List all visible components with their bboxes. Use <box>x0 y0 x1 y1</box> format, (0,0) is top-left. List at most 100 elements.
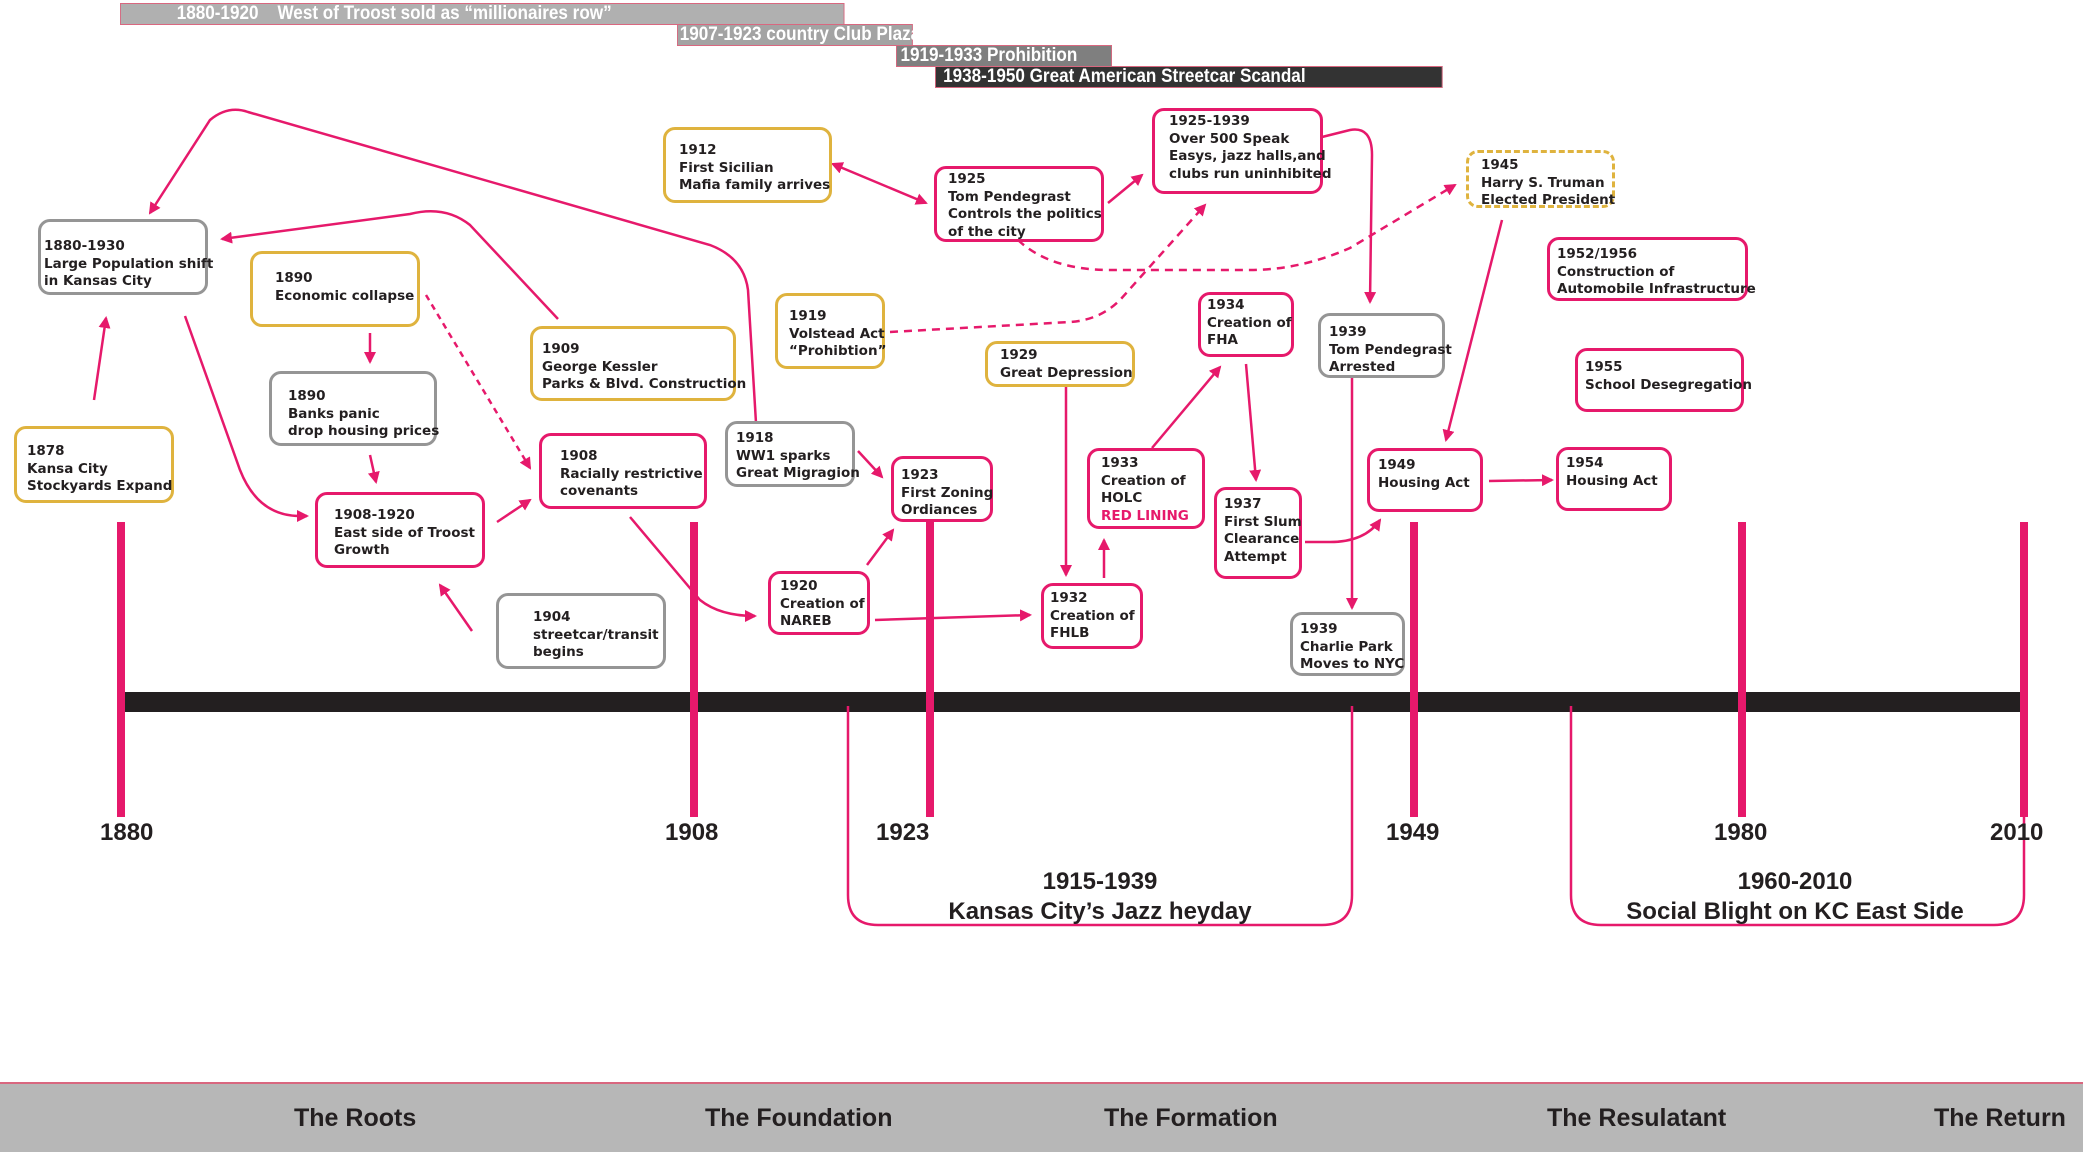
event-text: First Slum <box>1224 513 1302 530</box>
event-population-shift[interactable]: 1880-1930 Large Population shift in Kans… <box>38 219 214 295</box>
blight-period-range: 1960-2010 <box>1737 868 1853 895</box>
event-pendegrast-arrested[interactable]: 1939 Tom Pendegrast Arrested <box>1318 313 1452 378</box>
event-year: 1919 <box>789 308 827 324</box>
arrow-mafia-pendegrast <box>830 162 928 205</box>
event-nareb[interactable]: 1920 Creation of NAREB <box>768 571 870 635</box>
event-text: Kansa City <box>27 460 108 477</box>
event-text: George Kessler <box>542 358 658 375</box>
event-text: streetcar/transit <box>533 626 659 643</box>
event-year: 1909 <box>542 341 580 357</box>
event-pendegrast-politics[interactable]: 1925 Tom Pendegrast Controls the politic… <box>934 166 1104 242</box>
event-text: East side of Troost <box>334 524 475 541</box>
year-label-2010: 2010 <box>1990 819 2044 846</box>
event-text: Mafia family arrives <box>679 177 831 193</box>
tick-2010 <box>2020 522 2028 817</box>
event-year: 1955 <box>1585 359 1623 375</box>
event-text: FHA <box>1207 332 1238 348</box>
event-year: 1954 <box>1566 455 1604 471</box>
phase-bar: The Roots The Foundation The Formation T… <box>0 1082 2083 1152</box>
arrow-troost-to-covenants <box>496 498 532 524</box>
arrow-banks-to-troost <box>367 454 380 484</box>
arrow-ww1-to-zoning <box>857 450 884 479</box>
event-text: Controls the politics <box>948 206 1102 222</box>
event-text: Over 500 Speak <box>1169 130 1290 147</box>
redlining-label: RED LINING <box>1101 507 1189 524</box>
event-fha[interactable]: 1934 Creation of FHA <box>1198 292 1294 357</box>
event-year: 1933 <box>1101 455 1139 471</box>
event-year: 1880-1930 <box>44 238 125 254</box>
event-text: drop housing prices <box>288 423 440 439</box>
event-text: Housing Act <box>1566 472 1658 489</box>
event-text: Creation of <box>1050 607 1135 624</box>
event-text: Attempt <box>1224 548 1287 565</box>
event-year: 1923 <box>901 467 939 483</box>
event-housing-act-1954[interactable]: 1954 Housing Act <box>1556 447 1672 511</box>
event-speakeasys[interactable]: 1925-1939 Over 500 Speak Easys, jazz hal… <box>1152 108 1332 194</box>
jazz-period: 1915-1939 Kansas City’s Jazz heyday <box>850 867 1350 927</box>
jazz-period-title: Kansas City’s Jazz heyday <box>948 898 1252 925</box>
event-year: 1920 <box>780 578 818 594</box>
event-year: 1890 <box>288 388 326 404</box>
event-streetcar-begins[interactable]: 1904 streetcar/transit begins <box>496 593 666 669</box>
arrow-slum-to-housing1949 <box>1305 518 1382 544</box>
event-truman-elected[interactable]: 1945 Harry S. Truman Elected President <box>1466 150 1615 208</box>
event-text: Easys, jazz halls,and <box>1169 148 1326 164</box>
arrow-nareb-to-zoning <box>865 528 895 566</box>
event-east-troost-growth[interactable]: 1908-1920 East side of Troost Growth <box>315 492 485 568</box>
blight-period-title: Social Blight on KC East Side <box>1626 898 1964 925</box>
event-text: clubs run uninhibited <box>1169 165 1332 182</box>
event-year: 1937 <box>1224 496 1262 512</box>
event-text: First Zoning <box>901 484 994 501</box>
event-year: 1925-1939 <box>1169 113 1250 129</box>
event-automobile-infrastructure[interactable]: 1952/1956 Construction of Automobile Inf… <box>1547 237 1756 301</box>
event-charlie-parker[interactable]: 1939 Charlie Park Moves to NYC <box>1290 612 1405 676</box>
event-school-desegregation[interactable]: 1955 School Desegregation <box>1575 348 1752 412</box>
year-label-1880: 1880 <box>100 819 154 846</box>
phase-resultant[interactable]: The Resulatant <box>1547 1104 1726 1133</box>
event-text: Economic collapse <box>275 287 415 304</box>
event-fhlb[interactable]: 1932 Creation of FHLB <box>1041 583 1143 649</box>
event-great-depression[interactable]: 1929 Great Depression <box>985 341 1135 387</box>
event-holc[interactable]: 1933 Creation of HOLC RED LINING <box>1087 448 1205 529</box>
event-year: 1878 <box>27 443 65 459</box>
phase-return[interactable]: The Return <box>1934 1104 2066 1133</box>
event-year: 1890 <box>275 270 313 286</box>
year-label-1980: 1980 <box>1714 819 1768 846</box>
event-year: 1925 <box>948 171 986 187</box>
year-label-1923: 1923 <box>876 819 930 846</box>
event-housing-act-1949[interactable]: 1949 Housing Act <box>1367 448 1483 512</box>
event-racial-covenants[interactable]: 1908 Racially restrictive covenants <box>539 433 707 509</box>
arrow-speakeasys-to-arrested <box>1321 128 1377 304</box>
event-text: Creation of <box>1207 314 1292 331</box>
tick-1880 <box>117 522 125 817</box>
event-text: FHLB <box>1050 625 1090 641</box>
phase-roots[interactable]: The Roots <box>294 1104 416 1133</box>
event-text: Housing Act <box>1378 474 1470 491</box>
event-text: School Desegregation <box>1585 376 1752 393</box>
event-text: WW1 sparks <box>736 447 831 464</box>
event-text: Creation of <box>780 595 865 612</box>
arrow-streetcar-to-troost <box>438 583 474 632</box>
event-ww1-migration[interactable]: 1918 WW1 sparks Great Migragion <box>725 421 860 487</box>
tick-1923 <box>926 522 934 817</box>
event-economic-collapse[interactable]: 1890 Economic collapse <box>250 251 420 327</box>
event-sicilian-mafia[interactable]: 1912 First Sicilian Mafia family arrives <box>663 127 832 203</box>
phase-formation[interactable]: The Formation <box>1104 1104 1278 1133</box>
event-year: 1949 <box>1378 457 1416 473</box>
event-slum-clearance[interactable]: 1937 First Slum Clearance Attempt <box>1214 487 1302 579</box>
arrow-pendegrast-to-speakeasys <box>1107 173 1144 204</box>
event-zoning-ordinances[interactable]: 1923 First Zoning Ordiances <box>891 456 993 522</box>
event-text: covenants <box>560 483 639 499</box>
event-banks-panic[interactable]: 1890 Banks panic drop housing prices <box>269 371 440 446</box>
event-text: begins <box>533 644 584 660</box>
event-text: Banks panic <box>288 405 380 422</box>
event-year: 1945 <box>1481 157 1519 173</box>
arrow-fha-to-slum <box>1244 363 1262 482</box>
phase-foundation[interactable]: The Foundation <box>705 1104 892 1133</box>
event-text: Large Population shift <box>44 255 214 272</box>
event-text: Moves to NYC <box>1300 656 1405 672</box>
event-george-kessler[interactable]: 1909 George Kessler Parks & Blvd. Constr… <box>530 326 746 401</box>
event-stockyards[interactable]: 1878 Kansa City Stockyards Expand <box>14 426 174 503</box>
event-text: First Sicilian <box>679 159 774 176</box>
event-volstead-act[interactable]: 1919 Volstead Act “Prohibtion” <box>775 293 886 369</box>
